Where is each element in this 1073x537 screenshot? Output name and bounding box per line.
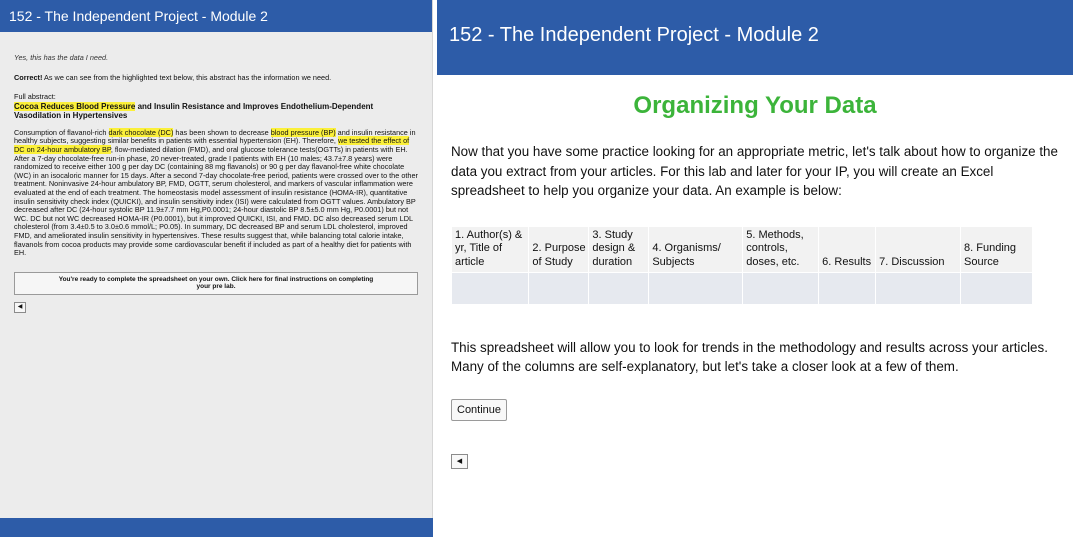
left-panel: 152 - The Independent Project - Module 2…	[0, 0, 433, 537]
back-button[interactable]: ◀	[14, 301, 26, 313]
table-row	[452, 272, 1033, 304]
full-abstract-label: Full abstract:	[14, 92, 56, 102]
abstract-title: Cocoa Reduces Blood Pressure and Insulin…	[14, 101, 418, 121]
table-header: 6. Results	[818, 226, 877, 273]
back-button[interactable]: ◀	[451, 453, 468, 469]
right-panel: 152 - The Independent Project - Module 2…	[437, 0, 1073, 537]
right-header-title: 152 - The Independent Project - Module 2	[437, 0, 1073, 75]
intro-text: Yes, this has the data I need.	[14, 53, 109, 62]
left-footer-bar	[0, 518, 433, 537]
table-cell	[742, 272, 820, 304]
correct-text: As we can see from the highlighted text …	[42, 72, 332, 82]
triangle-left-icon: ◀	[17, 304, 23, 311]
table-header: 7. Discussion	[875, 226, 962, 273]
abstract-text: , flow-mediated dilation (FMD), and oral…	[14, 144, 418, 258]
final-instructions-button[interactable]: You're ready to complete the spreadsheet…	[14, 271, 418, 295]
table-cell	[528, 272, 590, 304]
table-header-row: 1. Author(s) & yr, Title of article 2. P…	[452, 226, 1033, 273]
abstract-body: Consumption of flavanol-rich dark chocol…	[14, 127, 418, 258]
section-heading: Organizing Your Data	[633, 92, 877, 119]
table-header: 5. Methods, controls, doses, etc.	[742, 226, 820, 273]
table-header: 8. Funding Source	[960, 226, 1033, 273]
left-content: Yes, this has the data I need. Correct! …	[0, 32, 432, 313]
table-cell	[875, 272, 962, 304]
table-header: 3. Study design & duration	[588, 226, 650, 273]
table-header: 4. Organisms/ Subjects	[648, 226, 744, 273]
abstract-title-highlight: Cocoa Reduces Blood Pressure	[14, 101, 136, 111]
intro-paragraph: Now that you have some practice looking …	[451, 144, 1058, 199]
triangle-left-icon: ◀	[456, 458, 463, 466]
explanation-paragraph: This spreadsheet will allow you to look …	[451, 339, 1048, 375]
correct-bold: Correct!	[14, 72, 43, 82]
table-cell	[960, 272, 1033, 304]
table-cell	[818, 272, 877, 304]
correct-message: Correct! As we can see from the highligh…	[14, 72, 418, 83]
left-header-title: 152 - The Independent Project - Module 2	[0, 0, 432, 32]
example-spreadsheet: 1. Author(s) & yr, Title of article 2. P…	[452, 226, 1033, 304]
table-header: 2. Purpose of Study	[528, 226, 590, 273]
continue-button[interactable]: Continue	[451, 398, 508, 421]
table-cell	[452, 272, 530, 304]
table-header: 1. Author(s) & yr, Title of article	[452, 226, 530, 273]
table-cell	[588, 272, 650, 304]
table-cell	[648, 272, 744, 304]
